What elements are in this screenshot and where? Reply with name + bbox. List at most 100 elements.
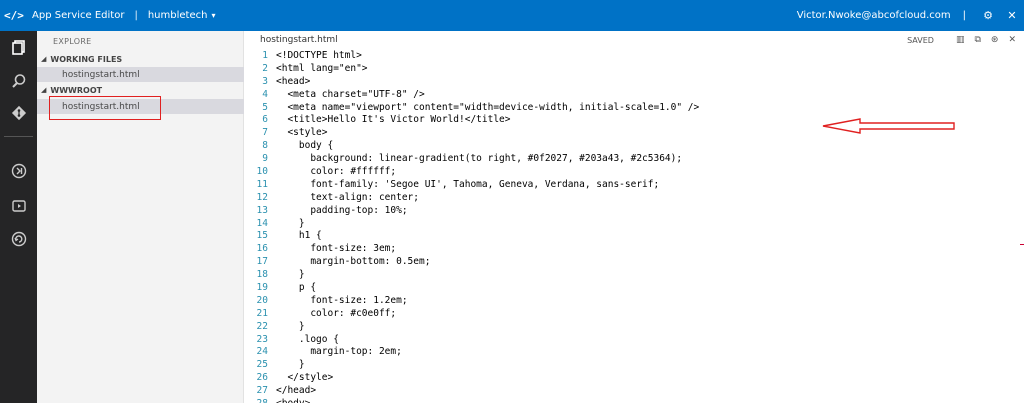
- code-area[interactable]: 1 <!DOCTYPE html> 2 <html lang="en"> 3 <head>…: [244, 50, 1024, 403]
- line-number: 5: [262, 101, 268, 113]
- search-icon[interactable]: [0, 67, 37, 95]
- code-line[interactable]: 2 <html lang="en">: [244, 63, 1024, 76]
- preview-icon[interactable]: ⊛: [991, 35, 999, 45]
- line-text: <meta name="viewport" content="width=dev…: [276, 101, 700, 113]
- activity-divider: [4, 136, 33, 137]
- line-text: }: [276, 217, 305, 229]
- user-email[interactable]: Victor.Nwoke@abcofcloud.com: [797, 10, 951, 21]
- line-text: color: #c0e0ff;: [276, 307, 397, 319]
- console-icon[interactable]: [0, 192, 37, 220]
- explore-icon[interactable]: [0, 33, 37, 61]
- line-number: 25: [256, 359, 268, 371]
- close-editor-icon[interactable]: ✕: [1008, 35, 1016, 45]
- working-file-hostingstart[interactable]: hostingstart.html: [37, 67, 244, 82]
- line-number: 15: [256, 230, 268, 242]
- line-text: text-align: center;: [276, 191, 419, 203]
- run-icon[interactable]: [0, 225, 37, 253]
- code-line[interactable]: 12 text-align: center;: [244, 192, 1024, 205]
- gear-icon[interactable]: ⚙: [976, 9, 1000, 22]
- line-number: 8: [262, 140, 268, 152]
- line-number: 1: [262, 50, 268, 61]
- line-text: <body>: [276, 398, 310, 403]
- git-icon[interactable]: [0, 99, 37, 127]
- chevron-down-icon: ▾: [211, 11, 216, 20]
- line-text: body {: [276, 140, 334, 152]
- line-number: 17: [256, 256, 268, 268]
- section-working-files[interactable]: ◢ WORKING FILES: [37, 52, 244, 66]
- line-number: 2: [262, 62, 268, 74]
- line-text: background: linear-gradient(to right, #0…: [276, 153, 683, 165]
- code-line[interactable]: 24 margin-top: 2em;: [244, 346, 1024, 359]
- code-line[interactable]: 5 <meta name="viewport" content="width=d…: [244, 102, 1024, 115]
- code-line[interactable]: 22 }: [244, 321, 1024, 334]
- title-bar: </> App Service Editor | humbletech ▾ Vic…: [0, 0, 1024, 31]
- line-number: 27: [256, 385, 268, 397]
- code-line[interactable]: 15 h1 {: [244, 230, 1024, 243]
- file-label: hostingstart.html: [62, 69, 140, 80]
- line-number: 14: [256, 217, 268, 229]
- code-line[interactable]: 28<body>: [244, 398, 1024, 403]
- open-in-browser-icon[interactable]: ⧉: [974, 35, 980, 45]
- code-line[interactable]: 8 body {: [244, 140, 1024, 153]
- code-line[interactable]: 14 }: [244, 218, 1024, 231]
- code-line[interactable]: 1 <!DOCTYPE html>: [244, 50, 1024, 63]
- code-line[interactable]: 11 font-family: 'Segoe UI', Tahoma, Gene…: [244, 179, 1024, 192]
- code-line[interactable]: 9 background: linear-gradient(to right, …: [244, 153, 1024, 166]
- line-number: 13: [256, 204, 268, 216]
- line-text: </head>: [276, 385, 317, 397]
- line-number: 28: [244, 398, 276, 403]
- red-highlight-box: [49, 96, 161, 120]
- open-file-tab[interactable]: hostingstart.html: [260, 35, 338, 45]
- code-line[interactable]: 3 <head>: [244, 76, 1024, 89]
- explorer-title: EXPLORE: [53, 37, 92, 46]
- red-arrow-annotation: [822, 118, 955, 134]
- line-text: margin-top: 2em;: [276, 346, 402, 358]
- code-line[interactable]: 18 }: [244, 269, 1024, 282]
- section-label: WWWROOT: [50, 85, 103, 95]
- line-text: color: #ffffff;: [276, 166, 397, 178]
- split-view-icon[interactable]: ▥: [956, 35, 965, 45]
- line-number: 20: [256, 294, 268, 306]
- output-icon[interactable]: [0, 157, 37, 185]
- line-number: 19: [256, 282, 268, 294]
- line-text: </style>: [276, 372, 334, 384]
- line-number: 10: [256, 166, 268, 178]
- code-line[interactable]: 17 margin-bottom: 0.5em;: [244, 256, 1024, 269]
- line-number: 23: [256, 333, 268, 345]
- code-line[interactable]: 21 color: #c0e0ff;: [244, 308, 1024, 321]
- code-line[interactable]: 4 <meta charset="UTF-8" />: [244, 89, 1024, 102]
- title-separator: |: [134, 10, 138, 21]
- line-text: <head>: [276, 75, 311, 87]
- section-wwwroot[interactable]: ◢ WWWROOT: [37, 83, 244, 97]
- close-icon[interactable]: ✕: [1000, 9, 1024, 22]
- line-text: <html lang="en">: [276, 62, 368, 74]
- line-text: <!DOCTYPE html>: [276, 50, 362, 61]
- line-number: 22: [256, 320, 268, 332]
- code-line[interactable]: 23 .logo {: [244, 334, 1024, 347]
- line-text: font-family: 'Segoe UI', Tahoma, Geneva,…: [276, 178, 660, 190]
- editor-actions: SAVED ▥ ⧉ ⊛ ✕: [907, 35, 1016, 45]
- title-bar-right: Victor.Nwoke@abcofcloud.com | ⚙ ✕: [797, 9, 1024, 22]
- line-number: 18: [256, 269, 268, 281]
- code-line[interactable]: 13 padding-top: 10%;: [244, 205, 1024, 218]
- editor-tab-bar: hostingstart.html SAVED ▥ ⧉ ⊛ ✕: [244, 31, 1024, 51]
- site-selector[interactable]: humbletech ▾: [148, 10, 216, 21]
- code-line[interactable]: 19 p {: [244, 282, 1024, 295]
- activity-bar: [0, 31, 37, 403]
- expand-triangle-icon: ◢: [41, 55, 47, 63]
- line-text: margin-bottom: 0.5em;: [276, 256, 431, 268]
- line-number: 3: [262, 75, 268, 87]
- line-number: 26: [256, 372, 268, 384]
- line-number: 24: [256, 346, 268, 358]
- line-number: 9: [262, 153, 268, 165]
- saved-status: SAVED: [907, 35, 934, 45]
- line-text: h1 {: [276, 230, 322, 242]
- code-line[interactable]: 27 </head>: [244, 385, 1024, 398]
- line-number: 16: [256, 243, 268, 255]
- code-line[interactable]: 20 font-size: 1.2em;: [244, 295, 1024, 308]
- code-line[interactable]: 10 color: #ffffff;: [244, 166, 1024, 179]
- code-line[interactable]: 16 font-size: 3em;: [244, 243, 1024, 256]
- code-line[interactable]: 26 </style>: [244, 372, 1024, 385]
- line-text: padding-top: 10%;: [276, 204, 408, 216]
- code-line[interactable]: 25 }: [244, 359, 1024, 372]
